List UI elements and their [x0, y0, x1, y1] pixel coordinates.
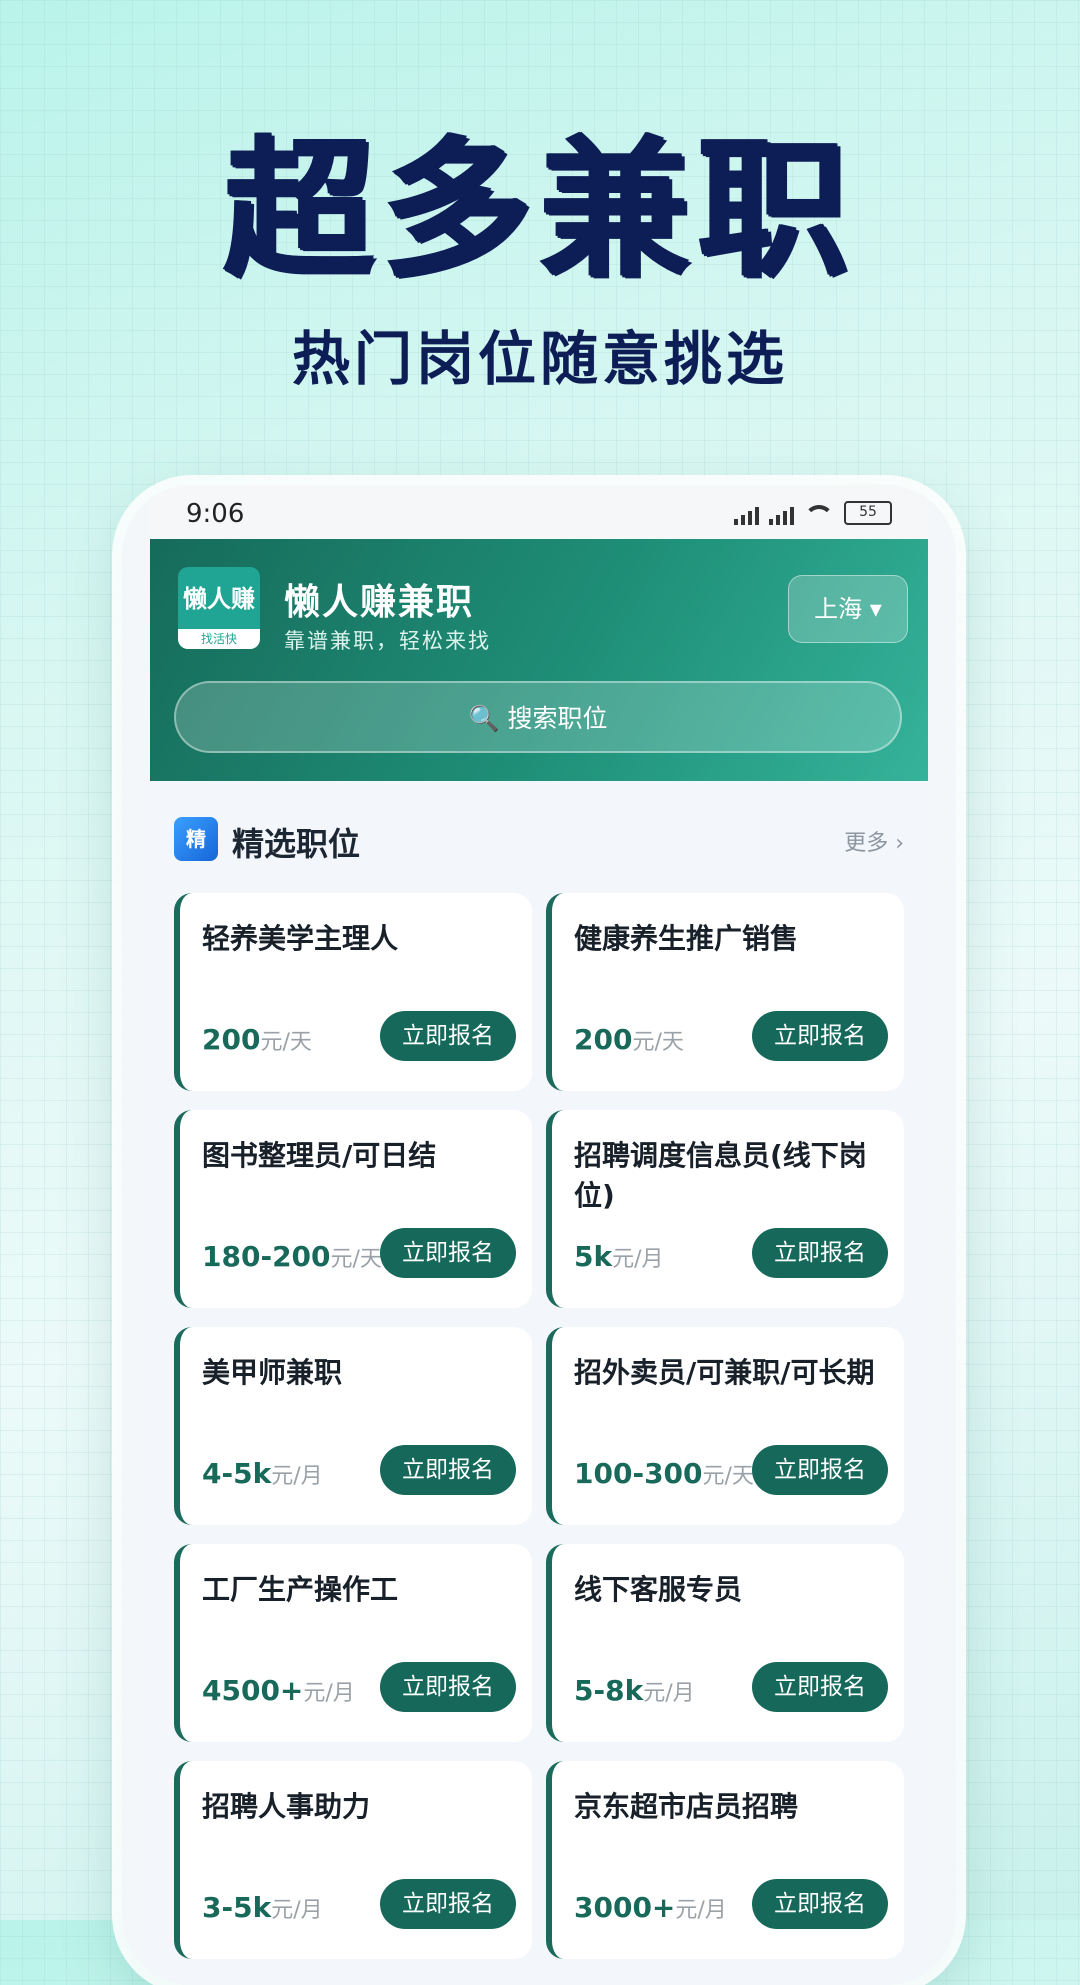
job-card[interactable]: 健康养生推广销售 200元/天 立即报名 [546, 893, 904, 1091]
app-screen: 9:06 55 懒人赚 找活快 懒人赚兼职 靠谱兼职，轻松来找 上海 ▾ 🔍 搜… [150, 485, 928, 1985]
salary-value: 3000+ [574, 1891, 676, 1924]
status-bar: 9:06 55 [150, 485, 928, 539]
apply-button[interactable]: 立即报名 [752, 1011, 888, 1061]
featured-badge-icon: 精 [174, 817, 218, 861]
apply-button[interactable]: 立即报名 [380, 1879, 516, 1929]
status-time: 9:06 [186, 499, 245, 529]
job-salary: 4-5k元/月 [202, 1457, 323, 1490]
hero-subtitle: 热门岗位随意挑选 [291, 325, 788, 393]
logo-subtext: 找活快 [178, 629, 260, 649]
job-card[interactable]: 轻养美学主理人 200元/天 立即报名 [174, 893, 532, 1091]
search-input[interactable]: 🔍 搜索职位 [174, 681, 902, 753]
job-salary: 3-5k元/月 [202, 1891, 323, 1924]
apply-button[interactable]: 立即报名 [752, 1879, 888, 1929]
job-title: 京东超市店员招聘 [574, 1790, 799, 1823]
job-salary: 5k元/月 [574, 1240, 664, 1273]
city-selector-button[interactable]: 上海 ▾ [788, 575, 908, 643]
app-logo: 懒人赚 找活快 [178, 567, 260, 649]
job-salary: 3000+元/月 [574, 1891, 727, 1924]
job-title: 轻养美学主理人 [202, 922, 399, 955]
salary-value: 180-200 [202, 1240, 331, 1273]
signal-icon [734, 505, 759, 525]
battery-icon: 55 [844, 501, 892, 525]
salary-value: 5-8k [574, 1674, 644, 1707]
job-card[interactable]: 美甲师兼职 4-5k元/月 立即报名 [174, 1327, 532, 1525]
job-card[interactable]: 京东超市店员招聘 3000+元/月 立即报名 [546, 1761, 904, 1959]
apply-button[interactable]: 立即报名 [380, 1445, 516, 1495]
salary-value: 4-5k [202, 1457, 272, 1490]
apply-button[interactable]: 立即报名 [380, 1228, 516, 1278]
hero-title: 超多兼职 [223, 123, 856, 297]
job-card[interactable]: 招聘调度信息员(线下岗位) 5k元/月 立即报名 [546, 1110, 904, 1308]
salary-value: 200 [574, 1023, 633, 1056]
salary-unit: 元/天 [632, 1030, 684, 1055]
job-title: 招聘人事助力 [202, 1790, 371, 1823]
salary-unit: 元/月 [643, 1681, 695, 1706]
job-card[interactable]: 招聘人事助力 3-5k元/月 立即报名 [174, 1761, 532, 1959]
job-title: 线下客服专员 [574, 1573, 743, 1606]
salary-value: 200 [202, 1023, 261, 1056]
apply-button[interactable]: 立即报名 [752, 1445, 888, 1495]
job-card[interactable]: 招外卖员/可兼职/可长期 100-300元/天 立即报名 [546, 1327, 904, 1525]
job-title: 图书整理员/可日结 [202, 1139, 437, 1172]
salary-value: 100-300 [574, 1457, 703, 1490]
more-link[interactable]: 更多 › [844, 825, 904, 857]
salary-unit: 元/月 [271, 1898, 323, 1923]
job-salary: 5-8k元/月 [574, 1674, 695, 1707]
job-salary: 200元/天 [574, 1023, 684, 1056]
app-name: 懒人赚兼职 [284, 582, 475, 623]
job-salary: 180-200元/天 [202, 1240, 382, 1273]
salary-unit: 元/月 [271, 1464, 323, 1489]
job-salary: 100-300元/天 [574, 1457, 754, 1490]
phone-frame: 9:06 55 懒人赚 找活快 懒人赚兼职 靠谱兼职，轻松来找 上海 ▾ 🔍 搜… [122, 485, 956, 1985]
job-title: 招外卖员/可兼职/可长期 [574, 1356, 875, 1389]
salary-value: 3-5k [202, 1891, 272, 1924]
apply-button[interactable]: 立即报名 [380, 1011, 516, 1061]
wifi-icon [804, 505, 834, 525]
salary-unit: 元/月 [612, 1247, 664, 1272]
job-salary: 4500+元/月 [202, 1674, 355, 1707]
salary-unit: 元/月 [303, 1681, 355, 1706]
job-title: 健康养生推广销售 [574, 922, 799, 955]
salary-unit: 元/月 [675, 1898, 727, 1923]
job-salary: 200元/天 [202, 1023, 312, 1056]
signal-icon [769, 505, 794, 525]
salary-value: 4500+ [202, 1674, 304, 1707]
salary-unit: 元/天 [702, 1464, 754, 1489]
logo-text: 懒人赚 [183, 585, 255, 613]
job-card[interactable]: 图书整理员/可日结 180-200元/天 立即报名 [174, 1110, 532, 1308]
app-tagline: 靠谱兼职，轻松来找 [284, 629, 491, 653]
section-title: 精选职位 [232, 825, 361, 863]
job-card[interactable]: 线下客服专员 5-8k元/月 立即报名 [546, 1544, 904, 1742]
salary-unit: 元/天 [330, 1247, 382, 1272]
app-header: 懒人赚 找活快 懒人赚兼职 靠谱兼职，轻松来找 上海 ▾ 🔍 搜索职位 [150, 539, 928, 781]
status-icons: 55 [734, 501, 892, 525]
job-title: 美甲师兼职 [202, 1356, 343, 1389]
featured-section-header: 精 精选职位 更多 › [174, 815, 904, 865]
salary-unit: 元/天 [260, 1030, 312, 1055]
apply-button[interactable]: 立即报名 [380, 1662, 516, 1712]
salary-value: 5k [574, 1240, 613, 1273]
job-title: 工厂生产操作工 [202, 1573, 399, 1606]
apply-button[interactable]: 立即报名 [752, 1228, 888, 1278]
job-title: 招聘调度信息员(线下岗位) [574, 1139, 867, 1212]
job-card[interactable]: 工厂生产操作工 4500+元/月 立即报名 [174, 1544, 532, 1742]
apply-button[interactable]: 立即报名 [752, 1662, 888, 1712]
